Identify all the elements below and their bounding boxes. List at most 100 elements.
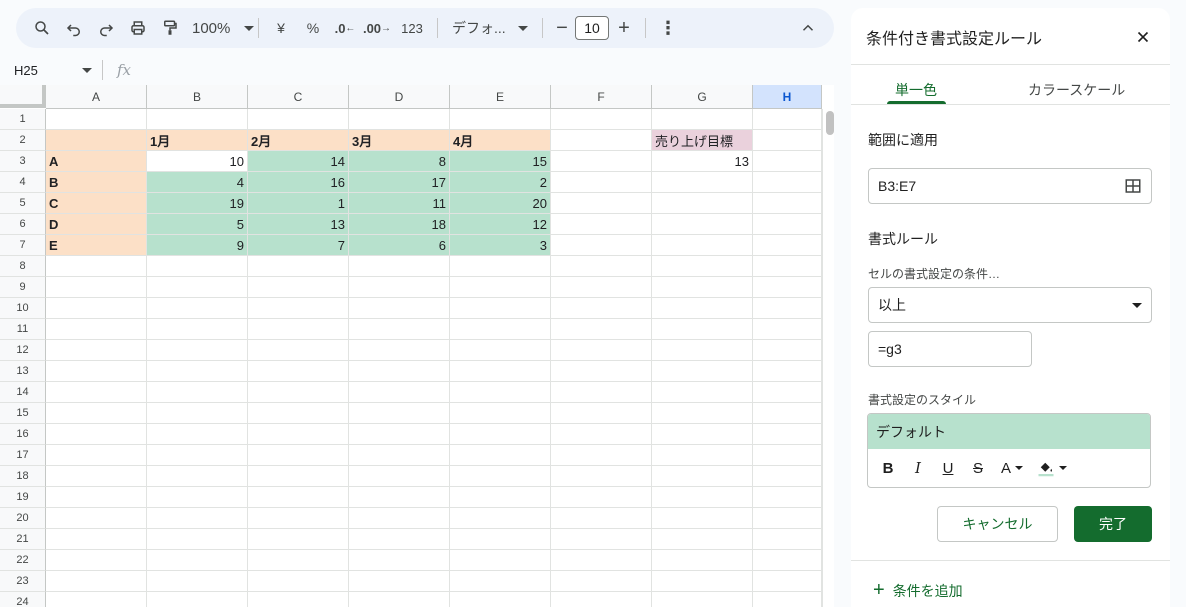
percent-format-button[interactable]: % bbox=[297, 14, 329, 42]
cell[interactable]: 18 bbox=[349, 214, 450, 235]
cell[interactable] bbox=[147, 361, 248, 382]
cell[interactable] bbox=[753, 193, 822, 214]
cell[interactable]: 10 bbox=[147, 151, 248, 172]
cell[interactable] bbox=[753, 424, 822, 445]
cell[interactable] bbox=[147, 277, 248, 298]
cell[interactable] bbox=[349, 445, 450, 466]
cell[interactable]: C bbox=[46, 193, 147, 214]
cell[interactable] bbox=[46, 424, 147, 445]
cell[interactable]: 14 bbox=[248, 151, 349, 172]
cell[interactable] bbox=[248, 571, 349, 592]
done-button[interactable]: 完了 bbox=[1074, 506, 1152, 542]
column-header-g[interactable]: G bbox=[652, 85, 753, 109]
cell[interactable] bbox=[248, 256, 349, 277]
print-icon[interactable] bbox=[122, 14, 154, 42]
cell[interactable] bbox=[753, 592, 822, 607]
cell[interactable] bbox=[551, 298, 652, 319]
style-preview[interactable]: デフォルト bbox=[868, 414, 1150, 449]
cell[interactable] bbox=[248, 298, 349, 319]
cell[interactable] bbox=[652, 340, 753, 361]
cell[interactable] bbox=[551, 256, 652, 277]
cell[interactable]: 4 bbox=[147, 172, 248, 193]
cell[interactable]: 1 bbox=[248, 193, 349, 214]
bold-icon[interactable]: B bbox=[874, 454, 902, 482]
cell[interactable] bbox=[652, 424, 753, 445]
cell[interactable] bbox=[147, 340, 248, 361]
cell[interactable] bbox=[753, 214, 822, 235]
cell[interactable] bbox=[652, 445, 753, 466]
column-header-b[interactable]: B bbox=[147, 85, 248, 109]
cell[interactable] bbox=[652, 109, 753, 130]
cell[interactable] bbox=[652, 508, 753, 529]
cell[interactable] bbox=[450, 550, 551, 571]
cell[interactable]: 1月 bbox=[147, 130, 248, 151]
cell[interactable] bbox=[551, 172, 652, 193]
cell[interactable]: 19 bbox=[147, 193, 248, 214]
tab-single-color[interactable]: 単一色 bbox=[895, 80, 937, 100]
cell[interactable] bbox=[450, 256, 551, 277]
cell[interactable] bbox=[551, 508, 652, 529]
row-header-7[interactable]: 7 bbox=[0, 235, 46, 256]
cell[interactable] bbox=[753, 487, 822, 508]
cell[interactable] bbox=[551, 382, 652, 403]
cell[interactable] bbox=[248, 340, 349, 361]
cell[interactable] bbox=[450, 382, 551, 403]
cell[interactable]: 2月 bbox=[248, 130, 349, 151]
cell[interactable] bbox=[551, 277, 652, 298]
cell[interactable] bbox=[450, 592, 551, 607]
cell[interactable]: 15 bbox=[450, 151, 551, 172]
cell[interactable] bbox=[551, 235, 652, 256]
cell[interactable] bbox=[551, 487, 652, 508]
row-header-20[interactable]: 20 bbox=[0, 508, 46, 529]
row-header-16[interactable]: 16 bbox=[0, 424, 46, 445]
cell[interactable] bbox=[147, 529, 248, 550]
cell[interactable]: 3月 bbox=[349, 130, 450, 151]
cell[interactable]: 3 bbox=[450, 235, 551, 256]
cell[interactable] bbox=[450, 109, 551, 130]
range-input[interactable]: B3:E7 bbox=[868, 168, 1152, 204]
cell[interactable]: 6 bbox=[349, 235, 450, 256]
redo-icon[interactable] bbox=[90, 14, 122, 42]
cell[interactable]: 7 bbox=[248, 235, 349, 256]
row-header-12[interactable]: 12 bbox=[0, 340, 46, 361]
increase-font-size-button[interactable]: + bbox=[609, 14, 639, 42]
more-formats-button[interactable]: 123 bbox=[393, 14, 431, 42]
cell[interactable] bbox=[147, 487, 248, 508]
cell[interactable] bbox=[46, 319, 147, 340]
cell[interactable] bbox=[46, 592, 147, 607]
cell[interactable] bbox=[753, 445, 822, 466]
cell[interactable] bbox=[652, 172, 753, 193]
cell[interactable] bbox=[450, 424, 551, 445]
fill-color-icon[interactable] bbox=[1032, 454, 1072, 482]
cell[interactable] bbox=[248, 361, 349, 382]
row-header-21[interactable]: 21 bbox=[0, 529, 46, 550]
cell[interactable] bbox=[46, 382, 147, 403]
cell[interactable] bbox=[349, 424, 450, 445]
cell[interactable] bbox=[147, 445, 248, 466]
cell[interactable] bbox=[147, 382, 248, 403]
cell[interactable]: 13 bbox=[248, 214, 349, 235]
cell[interactable] bbox=[349, 382, 450, 403]
collapse-toolbar-icon[interactable] bbox=[792, 14, 824, 42]
row-header-5[interactable]: 5 bbox=[0, 193, 46, 214]
cell[interactable] bbox=[349, 319, 450, 340]
row-header-14[interactable]: 14 bbox=[0, 382, 46, 403]
vertical-scrollbar[interactable] bbox=[822, 109, 834, 607]
more-options-icon[interactable]: ⋮ bbox=[652, 14, 684, 42]
cell[interactable]: A bbox=[46, 151, 147, 172]
cell[interactable] bbox=[450, 340, 551, 361]
cell[interactable] bbox=[551, 361, 652, 382]
column-header-c[interactable]: C bbox=[248, 85, 349, 109]
cell[interactable] bbox=[46, 109, 147, 130]
cell[interactable] bbox=[753, 382, 822, 403]
cell[interactable] bbox=[147, 571, 248, 592]
cell[interactable]: E bbox=[46, 235, 147, 256]
cell[interactable] bbox=[753, 361, 822, 382]
cell[interactable]: 2 bbox=[450, 172, 551, 193]
cell[interactable] bbox=[46, 487, 147, 508]
cell[interactable] bbox=[147, 466, 248, 487]
cell[interactable] bbox=[46, 550, 147, 571]
cell[interactable] bbox=[147, 403, 248, 424]
cell[interactable] bbox=[46, 340, 147, 361]
cell[interactable] bbox=[450, 487, 551, 508]
